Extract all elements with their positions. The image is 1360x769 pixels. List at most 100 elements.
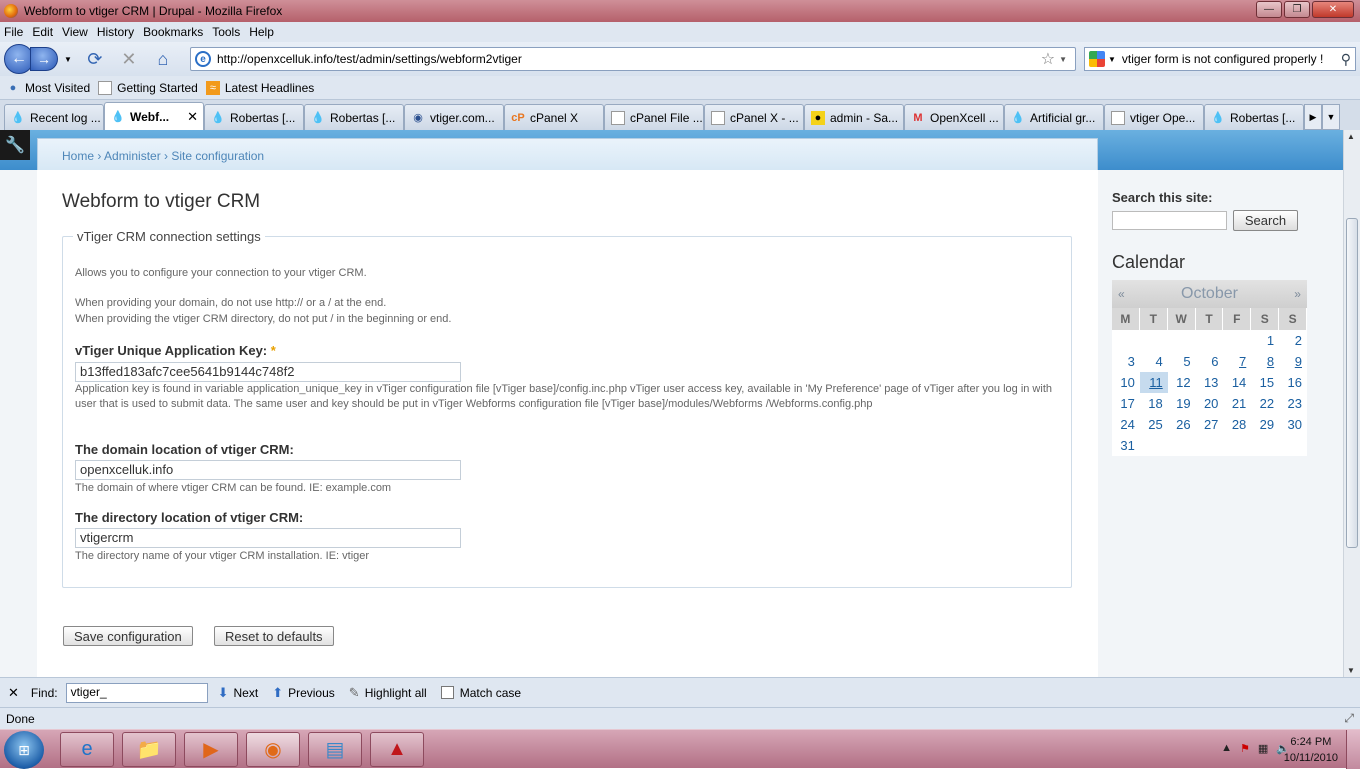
tab-cpanel-file[interactable]: cPanel File ... <box>604 104 704 130</box>
calendar-day-4: 4 <box>1155 354 1163 369</box>
pdf-reader-icon[interactable]: ▲ <box>370 732 424 767</box>
tab-vtiger-com[interactable]: ◉ vtiger.com... <box>404 104 504 130</box>
history-dropdown-icon[interactable]: ▼ <box>64 55 72 64</box>
menu-help[interactable]: Help <box>249 25 274 39</box>
drupal-icon: 💧 <box>1011 111 1025 124</box>
close-find-icon[interactable]: ✕ <box>8 685 19 701</box>
save-configuration-button[interactable]: Save configuration <box>63 626 193 646</box>
reload-icon[interactable]: ⟳ <box>84 48 106 70</box>
find-label: Find: <box>30 685 58 700</box>
calendar-day-15: 15 <box>1259 375 1275 390</box>
search-icon[interactable]: ⚲ <box>1341 51 1351 68</box>
tab-recent-log[interactable]: 💧 Recent log ... <box>4 104 104 130</box>
tab-scroll-right-icon[interactable]: ▶ <box>1304 104 1322 130</box>
calendar-day-11[interactable]: 11 <box>1139 372 1168 393</box>
search-engine-dropdown-icon[interactable]: ▼ <box>1108 55 1116 64</box>
vertical-scrollbar[interactable]: ▲ ▼ <box>1343 130 1360 677</box>
tab-openxcell[interactable]: M OpenXcell ... <box>904 104 1004 130</box>
find-previous-button[interactable]: ⬆ Previous <box>272 685 335 701</box>
firefox-taskbar-icon[interactable]: ◉ <box>246 732 300 767</box>
bookmark-most-visited[interactable]: ● Most Visited <box>6 81 90 95</box>
calendar-day-16: 16 <box>1287 375 1302 390</box>
menu-view[interactable]: View <box>62 25 88 39</box>
calendar-day-8[interactable]: 8 <box>1251 351 1279 372</box>
calendar-day-7[interactable]: 7 <box>1223 351 1251 372</box>
required-marker: * <box>270 343 276 358</box>
explorer-folder-icon[interactable]: 📁 <box>122 732 176 767</box>
tab-robertas-2[interactable]: 💧 Robertas [... <box>304 104 404 130</box>
menu-bookmarks[interactable]: Bookmarks <box>143 25 203 39</box>
tab-cpanel-x-2[interactable]: cPanel X - ... <box>704 104 804 130</box>
prev-month-link[interactable]: « <box>1118 287 1125 301</box>
action-center-icon[interactable]: ⚑ <box>1240 742 1250 755</box>
rss-icon: ≈ <box>205 80 220 95</box>
tab-admin-sa[interactable]: ● admin - Sa... <box>804 104 904 130</box>
scroll-thumb[interactable] <box>1346 218 1358 548</box>
match-case-checkbox[interactable]: Match case <box>440 686 521 700</box>
show-hidden-icon[interactable]: ▲ <box>1221 742 1232 755</box>
reset-defaults-button[interactable]: Reset to defaults <box>214 626 334 646</box>
drupal-icon: 💧 <box>311 111 325 124</box>
find-next-button[interactable]: ⬇ Next <box>218 685 259 701</box>
url-bar[interactable]: e http://openxcelluk.info/test/admin/set… <box>190 47 1076 71</box>
highlight-all-button[interactable]: ✎ Highlight all <box>349 685 427 701</box>
domain-input[interactable]: openxcelluk.info <box>75 460 461 480</box>
directory-input[interactable]: vtigercrm <box>75 528 461 548</box>
site-identity-icon[interactable]: e <box>195 51 211 67</box>
scroll-up-icon[interactable]: ▲ <box>1347 132 1355 141</box>
bookmark-getting-started[interactable]: Getting Started <box>98 80 198 95</box>
tab-robertas-3[interactable]: 💧 Robertas [... <box>1204 104 1304 130</box>
url-dropdown-icon[interactable]: ▼ <box>1059 55 1067 64</box>
page-icon <box>98 80 113 95</box>
tab-strip: 💧 Recent log ... 💧 Webf... ✕ 💧 Robertas [...… <box>0 100 1360 130</box>
bookmark-star-icon[interactable]: ☆ <box>1041 49 1055 69</box>
home-icon[interactable]: ⌂ <box>152 48 174 70</box>
calendar-day-31: 31 <box>1120 438 1135 453</box>
search-box[interactable]: ▼ vtiger form is not configured properly… <box>1084 47 1356 71</box>
calendar-day-9[interactable]: 9 <box>1279 351 1307 372</box>
vtiger-icon: ◉ <box>413 111 423 124</box>
menu-file[interactable]: File <box>4 25 23 39</box>
menu-edit[interactable]: Edit <box>32 25 53 39</box>
clock[interactable]: 6:24 PM 10/11/2010 <box>1284 734 1338 766</box>
minimize-button[interactable]: — <box>1256 1 1282 18</box>
tab-list-icon[interactable]: ▼ <box>1322 104 1340 130</box>
application-key-input[interactable]: b13ffed183afc7cee5641b9144c748f2 <box>75 362 461 382</box>
scroll-down-icon[interactable]: ▼ <box>1347 666 1355 675</box>
menu-history[interactable]: History <box>97 25 134 39</box>
bookmark-latest-headlines[interactable]: ≈ Latest Headlines <box>205 80 314 95</box>
next-month-link[interactable]: » <box>1294 287 1301 301</box>
forward-button[interactable]: → <box>30 47 58 71</box>
internet-explorer-icon[interactable]: e <box>60 732 114 767</box>
tab-robertas-1[interactable]: 💧 Robertas [... <box>204 104 304 130</box>
search-text[interactable]: vtiger form is not configured properly ! <box>1122 52 1341 66</box>
breadcrumb-links[interactable]: Home › Administer › Site configuration <box>62 149 264 163</box>
media-player-icon[interactable]: ▶ <box>184 732 238 767</box>
network-icon[interactable]: ▦ <box>1258 742 1268 755</box>
stop-icon[interactable]: ✕ <box>118 48 140 70</box>
tab-webform[interactable]: 💧 Webf... ✕ <box>104 102 204 130</box>
close-tab-icon[interactable]: ✕ <box>187 109 198 125</box>
close-button[interactable]: ✕ <box>1312 1 1354 18</box>
calendar-day-22: 22 <box>1259 396 1275 411</box>
page-icon <box>1111 110 1125 125</box>
admin-wrench-icon[interactable]: 🔧 <box>0 130 30 160</box>
tab-vtiger-ope[interactable]: vtiger Ope... <box>1104 104 1204 130</box>
main-region: Webform to vtiger CRM vTiger CRM connect… <box>37 170 1098 677</box>
tab-artificial[interactable]: 💧 Artificial gr... <box>1004 104 1104 130</box>
url-text[interactable]: http://openxcelluk.info/test/admin/setti… <box>217 52 1041 66</box>
checkbox[interactable] <box>440 686 454 699</box>
notepad-icon[interactable]: ▤ <box>308 732 362 767</box>
tab-cpanel-x[interactable]: cP cPanel X <box>504 104 604 130</box>
title-bar: Webform to vtiger CRM | Drupal - Mozilla… <box>0 0 1360 22</box>
maximize-button[interactable]: ❐ <box>1284 1 1310 18</box>
calendar-day-10: 10 <box>1120 375 1135 390</box>
show-desktop-button[interactable] <box>1346 730 1360 769</box>
start-button[interactable]: ⊞ <box>4 731 44 769</box>
menu-tools[interactable]: Tools <box>212 25 240 39</box>
site-search-input[interactable] <box>1112 211 1227 230</box>
site-search-button[interactable]: Search <box>1233 210 1298 231</box>
resize-grip-icon[interactable]: ⤢ <box>1344 711 1354 726</box>
find-input[interactable]: vtiger_ <box>65 682 208 703</box>
google-icon[interactable] <box>1089 51 1105 67</box>
